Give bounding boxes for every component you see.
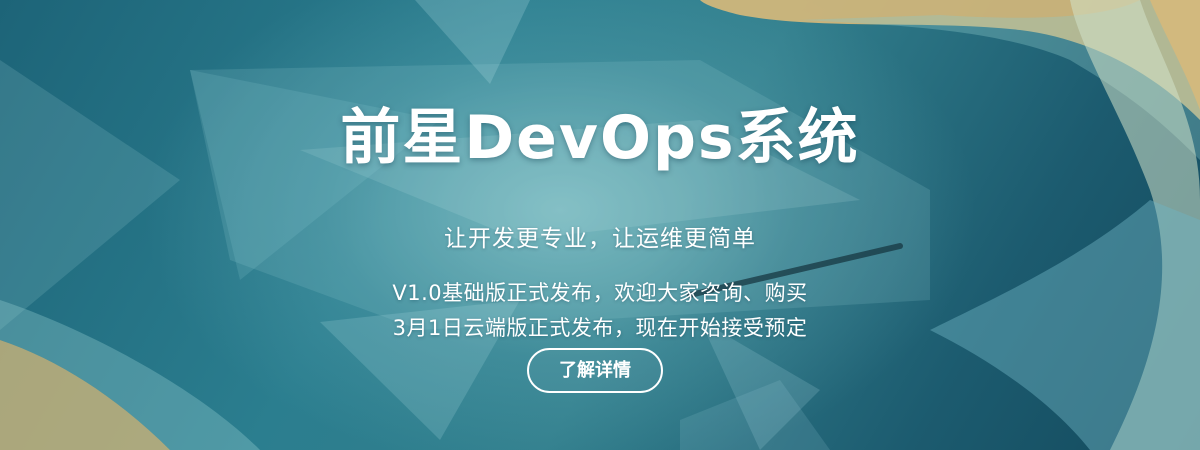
learn-more-button[interactable]: 了解详情 — [527, 348, 663, 393]
announcement-line: 3月1日云端版正式发布，现在开始接受预定 — [392, 316, 808, 340]
hero-banner: 前星DevOps系统 让开发更专业，让运维更简单 V1.0基础版正式发布，欢迎大… — [0, 0, 1200, 450]
announcement-line: V1.0基础版正式发布，欢迎大家咨询、购买 — [392, 281, 808, 305]
banner-title: 前星DevOps系统 — [340, 103, 860, 173]
banner-subtitle: 让开发更专业，让运维更简单 — [444, 226, 756, 252]
